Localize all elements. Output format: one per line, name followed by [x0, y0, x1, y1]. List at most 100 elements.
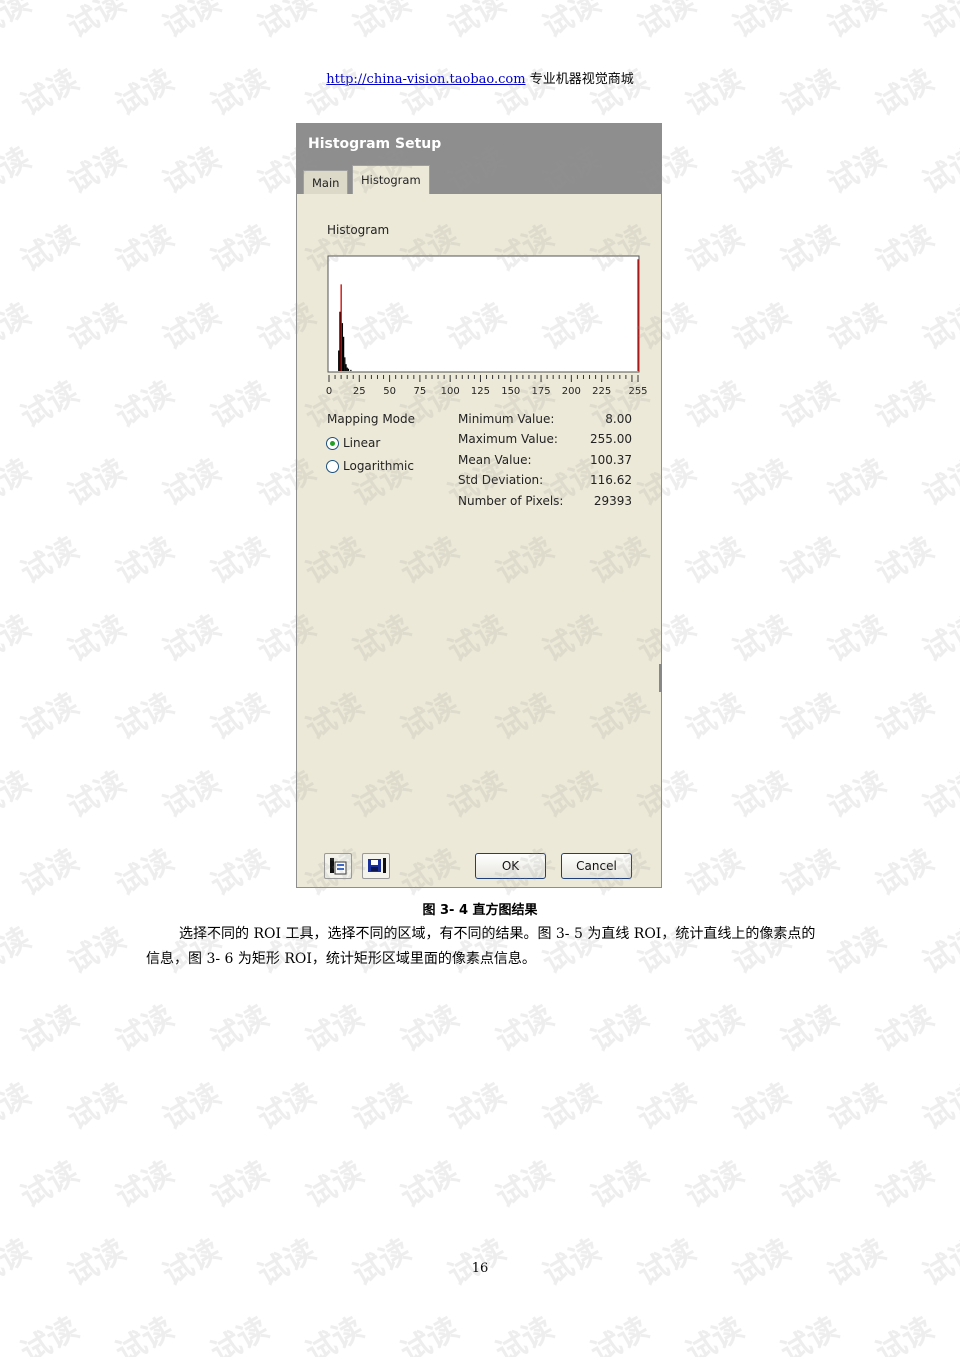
histogram-bar: [338, 350, 340, 371]
mapping-mode-label: Mapping Mode: [327, 412, 416, 426]
radio-linear[interactable]: Linear: [326, 436, 380, 450]
cancel-button[interactable]: Cancel: [561, 853, 632, 879]
watermark: 试读: [585, 998, 655, 1060]
watermark: 试读: [15, 686, 85, 748]
watermark: 试读: [157, 452, 227, 514]
watermark: 试读: [205, 686, 275, 748]
watermark: 试读: [680, 1154, 750, 1216]
watermark: 试读: [205, 1154, 275, 1216]
histogram-tick-label: 125: [471, 386, 490, 394]
histogram-chart: 0 25 50 75 100 125 150 175 200 225 255: [326, 255, 648, 394]
watermark: 试读: [157, 1232, 227, 1294]
load-settings-icon: [330, 858, 347, 875]
watermark: 试读: [870, 62, 940, 124]
radio-linear-indicator[interactable]: [326, 436, 339, 450]
save-settings-icon: [368, 858, 386, 873]
radio-linear-label: Linear: [343, 436, 381, 450]
histogram-tick-label: 25: [353, 386, 366, 394]
watermark: 试读: [62, 1076, 132, 1138]
watermark: 试读: [110, 218, 180, 280]
watermark: 试读: [585, 62, 655, 124]
histogram-x-axis: 0 25 50 75 100 125 150 175 200 225 255: [326, 375, 648, 394]
watermark: 试读: [775, 374, 845, 436]
page-header: http://china-vision.taobao.com 专业机器视觉商城: [0, 68, 960, 87]
watermark: 试读: [917, 764, 960, 826]
histogram-tick-label: 225: [592, 386, 611, 394]
watermark: 试读: [110, 530, 180, 592]
watermark: 试读: [62, 140, 132, 202]
tab-main[interactable]: Main: [303, 170, 349, 194]
stat-stddev-value: 116.62: [590, 473, 632, 487]
watermark: 试读: [822, 920, 892, 982]
watermark: 试读: [822, 608, 892, 670]
watermark: 试读: [490, 62, 560, 124]
watermark: 试读: [15, 374, 85, 436]
header-link[interactable]: http://china-vision.taobao.com: [326, 72, 525, 87]
watermark: 试读: [632, 1076, 702, 1138]
watermark: 试读: [870, 842, 940, 904]
save-settings-button[interactable]: [362, 853, 390, 879]
watermark: 试读: [870, 374, 940, 436]
radio-logarithmic[interactable]: Logarithmic: [326, 459, 414, 473]
histogram-setup-dialog: Histogram Setup Main Histogram Histogram…: [296, 123, 662, 888]
watermark: 试读: [822, 1232, 892, 1294]
watermark: 试读: [775, 530, 845, 592]
watermark: 试读: [680, 62, 750, 124]
header-suffix: 专业机器视觉商城: [525, 72, 634, 87]
watermark: 试读: [585, 1154, 655, 1216]
stat-maximum-label: Maximum Value:: [458, 432, 558, 446]
watermark: 试读: [157, 1076, 227, 1138]
watermark: 试读: [727, 764, 797, 826]
watermark: 试读: [917, 140, 960, 202]
radio-logarithmic-indicator[interactable]: [326, 459, 339, 473]
histogram-bar: [350, 369, 352, 371]
watermark: 试读: [110, 62, 180, 124]
load-settings-button[interactable]: [324, 853, 352, 879]
stat-pixels-label: Number of Pixels:: [458, 494, 564, 508]
histogram-tick-label: 200: [562, 386, 581, 394]
watermark: 试读: [680, 998, 750, 1060]
histogram-tick-label: 100: [441, 386, 460, 394]
resize-grip[interactable]: [659, 664, 662, 692]
watermark: 试读: [205, 842, 275, 904]
watermark: 试读: [632, 1232, 702, 1294]
watermark: 试读: [775, 1310, 845, 1357]
watermark: 试读: [490, 998, 560, 1060]
watermark: 试读: [822, 1076, 892, 1138]
radio-logarithmic-label: Logarithmic: [343, 459, 414, 473]
watermark: 试读: [870, 530, 940, 592]
watermark: 试读: [157, 764, 227, 826]
histogram-bar: [637, 259, 639, 371]
watermark: 试读: [252, 1232, 322, 1294]
watermark: 试读: [252, 0, 322, 46]
watermark: 试读: [822, 296, 892, 358]
watermark: 试读: [585, 1310, 655, 1357]
watermark: 试读: [727, 608, 797, 670]
watermark: 试读: [822, 140, 892, 202]
watermark: 试读: [870, 1154, 940, 1216]
watermark: 试读: [157, 608, 227, 670]
page-number: 16: [471, 1261, 489, 1276]
tab-histogram[interactable]: Histogram: [352, 165, 430, 194]
watermark: 试读: [395, 998, 465, 1060]
histogram-plot-area: [327, 255, 640, 373]
watermark: 试读: [347, 1076, 417, 1138]
watermark: 试读: [15, 1310, 85, 1357]
watermark: 试读: [0, 452, 37, 514]
watermark: 试读: [205, 530, 275, 592]
watermark: 试读: [62, 920, 132, 982]
watermark: 试读: [775, 218, 845, 280]
watermark: 试读: [62, 764, 132, 826]
watermark: 试读: [15, 218, 85, 280]
watermark: 试读: [680, 374, 750, 436]
watermark: 试读: [775, 998, 845, 1060]
watermark: 试读: [110, 374, 180, 436]
ok-button[interactable]: OK: [475, 853, 546, 879]
watermark: 试读: [0, 1232, 37, 1294]
histogram-section-label: Histogram: [327, 223, 390, 237]
watermark: 试读: [822, 0, 892, 46]
watermark: 试读: [680, 1310, 750, 1357]
histogram-tick-label: 50: [383, 386, 396, 394]
watermark: 试读: [110, 1154, 180, 1216]
watermark: 试读: [727, 0, 797, 46]
